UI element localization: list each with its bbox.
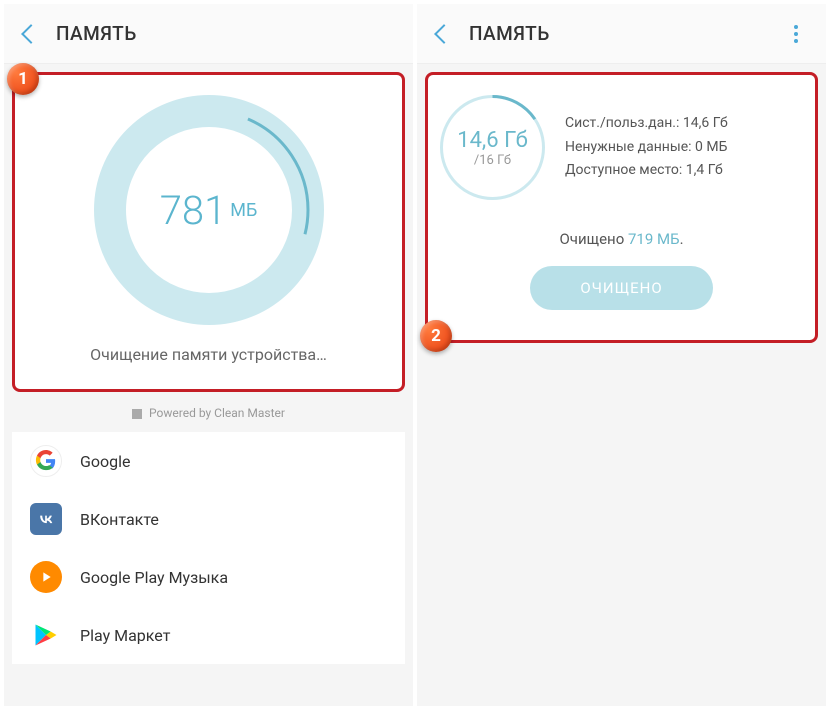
back-icon[interactable] bbox=[434, 24, 454, 44]
storage-row: 14,6 Гб /16 Гб Сист./польз.дан.: 14,6 Гб… bbox=[440, 95, 803, 200]
progress-ring: 781 МБ bbox=[94, 95, 324, 325]
header: ПАМЯТЬ bbox=[4, 4, 413, 64]
app-name: Google bbox=[80, 452, 131, 471]
info-junk: Ненужные данные: 0 МБ bbox=[565, 136, 728, 160]
storage-used: 14,6 Гб bbox=[457, 128, 528, 153]
google-icon bbox=[30, 445, 62, 477]
info-system: Сист./польз.дан.: 14,6 Гб bbox=[565, 112, 728, 136]
storage-info: Сист./польз.дан.: 14,6 Гб Ненужные данны… bbox=[565, 112, 728, 183]
cleaned-button[interactable]: ОЧИЩЕНО bbox=[530, 266, 712, 310]
storage-total: /16 Гб bbox=[474, 153, 511, 168]
powered-by: Powered by Clean Master bbox=[12, 400, 405, 426]
back-icon[interactable] bbox=[21, 24, 41, 44]
memory-value: 781 bbox=[160, 187, 227, 234]
cleaning-card: 781 МБ Очищение памяти устройства… bbox=[15, 75, 402, 389]
play-music-icon bbox=[30, 561, 62, 593]
list-item[interactable]: Play Маркет bbox=[12, 606, 405, 664]
broom-icon bbox=[132, 409, 142, 419]
cleaned-text: Очищено 719 МБ. bbox=[440, 230, 803, 248]
page-title: ПАМЯТЬ bbox=[469, 22, 550, 45]
left-panel: ПАМЯТЬ 1 781 МБ Очищение памяти устройст… bbox=[4, 4, 413, 706]
more-icon[interactable] bbox=[786, 17, 806, 51]
list-item[interactable]: ВКонтакте bbox=[12, 490, 405, 548]
cleaned-suffix: . bbox=[680, 230, 684, 248]
step-badge-2: 2 bbox=[420, 320, 452, 352]
memory-unit: МБ bbox=[230, 200, 257, 221]
storage-card: 14,6 Гб /16 Гб Сист./польз.дан.: 14,6 Гб… bbox=[428, 75, 815, 340]
storage-ring: 14,6 Гб /16 Гб bbox=[440, 95, 545, 200]
cleaned-prefix: Очищено bbox=[559, 230, 628, 248]
header: ПАМЯТЬ bbox=[417, 4, 826, 64]
vk-icon bbox=[30, 503, 62, 535]
app-name: ВКонтакте bbox=[80, 510, 159, 529]
status-text: Очищение памяти устройства… bbox=[15, 345, 402, 364]
page-title: ПАМЯТЬ bbox=[56, 22, 137, 45]
app-name: Google Play Музыка bbox=[80, 568, 228, 587]
cleaned-amount: 719 МБ bbox=[628, 230, 680, 248]
step-badge-1: 1 bbox=[7, 63, 39, 95]
ring-center: 781 МБ bbox=[94, 95, 324, 325]
small-ring-center: 14,6 Гб /16 Гб bbox=[440, 95, 545, 200]
right-panel: ПАМЯТЬ 2 14,6 Гб /16 Гб Сист./польз.дан.… bbox=[417, 4, 826, 706]
app-name: Play Маркет bbox=[80, 626, 170, 645]
list-item[interactable]: Google bbox=[12, 432, 405, 490]
list-item[interactable]: Google Play Музыка bbox=[12, 548, 405, 606]
app-list: Google ВКонтакте Google Play Музыка Play… bbox=[12, 432, 405, 664]
highlight-box-2: 2 14,6 Гб /16 Гб Сист./польз.дан.: 14,6 … bbox=[425, 72, 818, 343]
powered-label: Powered by Clean Master bbox=[149, 406, 285, 420]
highlight-box-1: 1 781 МБ Очищение памяти устройства… bbox=[12, 72, 405, 392]
play-store-icon bbox=[30, 619, 62, 651]
info-available: Доступное место: 1,4 Гб bbox=[565, 159, 728, 183]
